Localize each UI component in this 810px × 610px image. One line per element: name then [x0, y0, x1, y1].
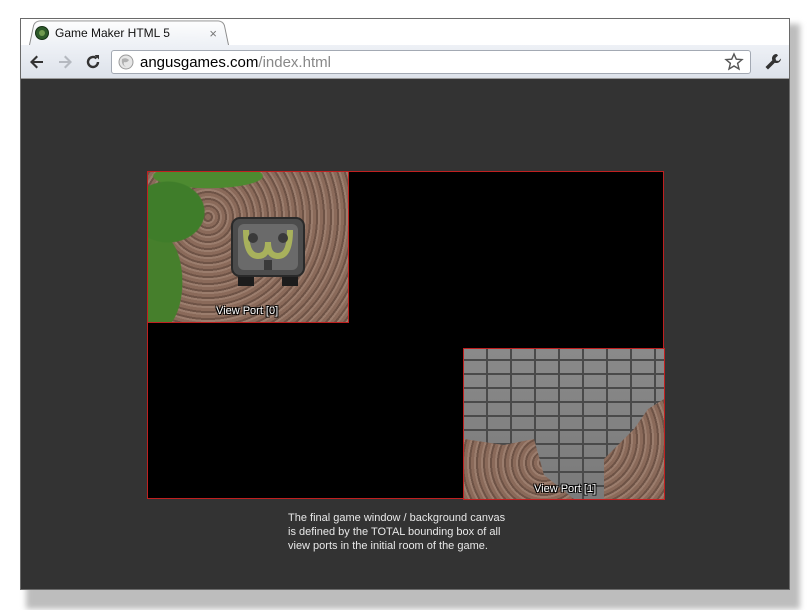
- caption-line: The final game window / background canva…: [288, 512, 506, 524]
- title-bar: Game Maker HTML 5 ×: [21, 19, 789, 45]
- view-port-0: View Port [0]: [147, 171, 349, 323]
- browser-window: Game Maker HTML 5 × angusgames.com /inde…: [20, 18, 790, 590]
- caption-text: The final game window / background canva…: [288, 511, 548, 553]
- view-port-1: View Port [1]: [463, 348, 665, 500]
- reload-button[interactable]: [81, 50, 105, 74]
- bookmark-star-icon[interactable]: [724, 52, 744, 77]
- back-arrow-icon: [30, 55, 43, 69]
- caption-line: view ports in the initial room of the ga…: [288, 540, 488, 552]
- view-port-label: View Port [1]: [534, 483, 597, 495]
- caption-line: is defined by the TOTAL bounding box of …: [288, 526, 501, 538]
- forward-arrow-icon: [59, 55, 72, 69]
- browser-toolbar: angusgames.com/index.html: [21, 45, 789, 79]
- forward-button[interactable]: [53, 50, 77, 74]
- favicon-icon: [35, 26, 49, 40]
- close-icon[interactable]: ×: [209, 26, 217, 41]
- wrench-icon[interactable]: [763, 52, 783, 77]
- url-host: angusgames.com: [140, 53, 259, 71]
- view-port-label: View Port [0]: [216, 305, 279, 317]
- url-path: /index.html: [258, 53, 331, 71]
- game-canvas[interactable]: View Port [0] View Port [1]: [147, 171, 665, 500]
- address-bar[interactable]: angusgames.com/index.html: [111, 50, 751, 74]
- turret-sprite: [231, 217, 305, 286]
- reload-icon: [86, 55, 100, 69]
- globe-icon: [118, 54, 134, 70]
- page-content: View Port [0] View Port [1] The final ga…: [21, 79, 789, 589]
- back-button[interactable]: [25, 50, 49, 74]
- tab-content[interactable]: Game Maker HTML 5 ×: [35, 23, 221, 43]
- tab-title: Game Maker HTML 5: [55, 26, 170, 40]
